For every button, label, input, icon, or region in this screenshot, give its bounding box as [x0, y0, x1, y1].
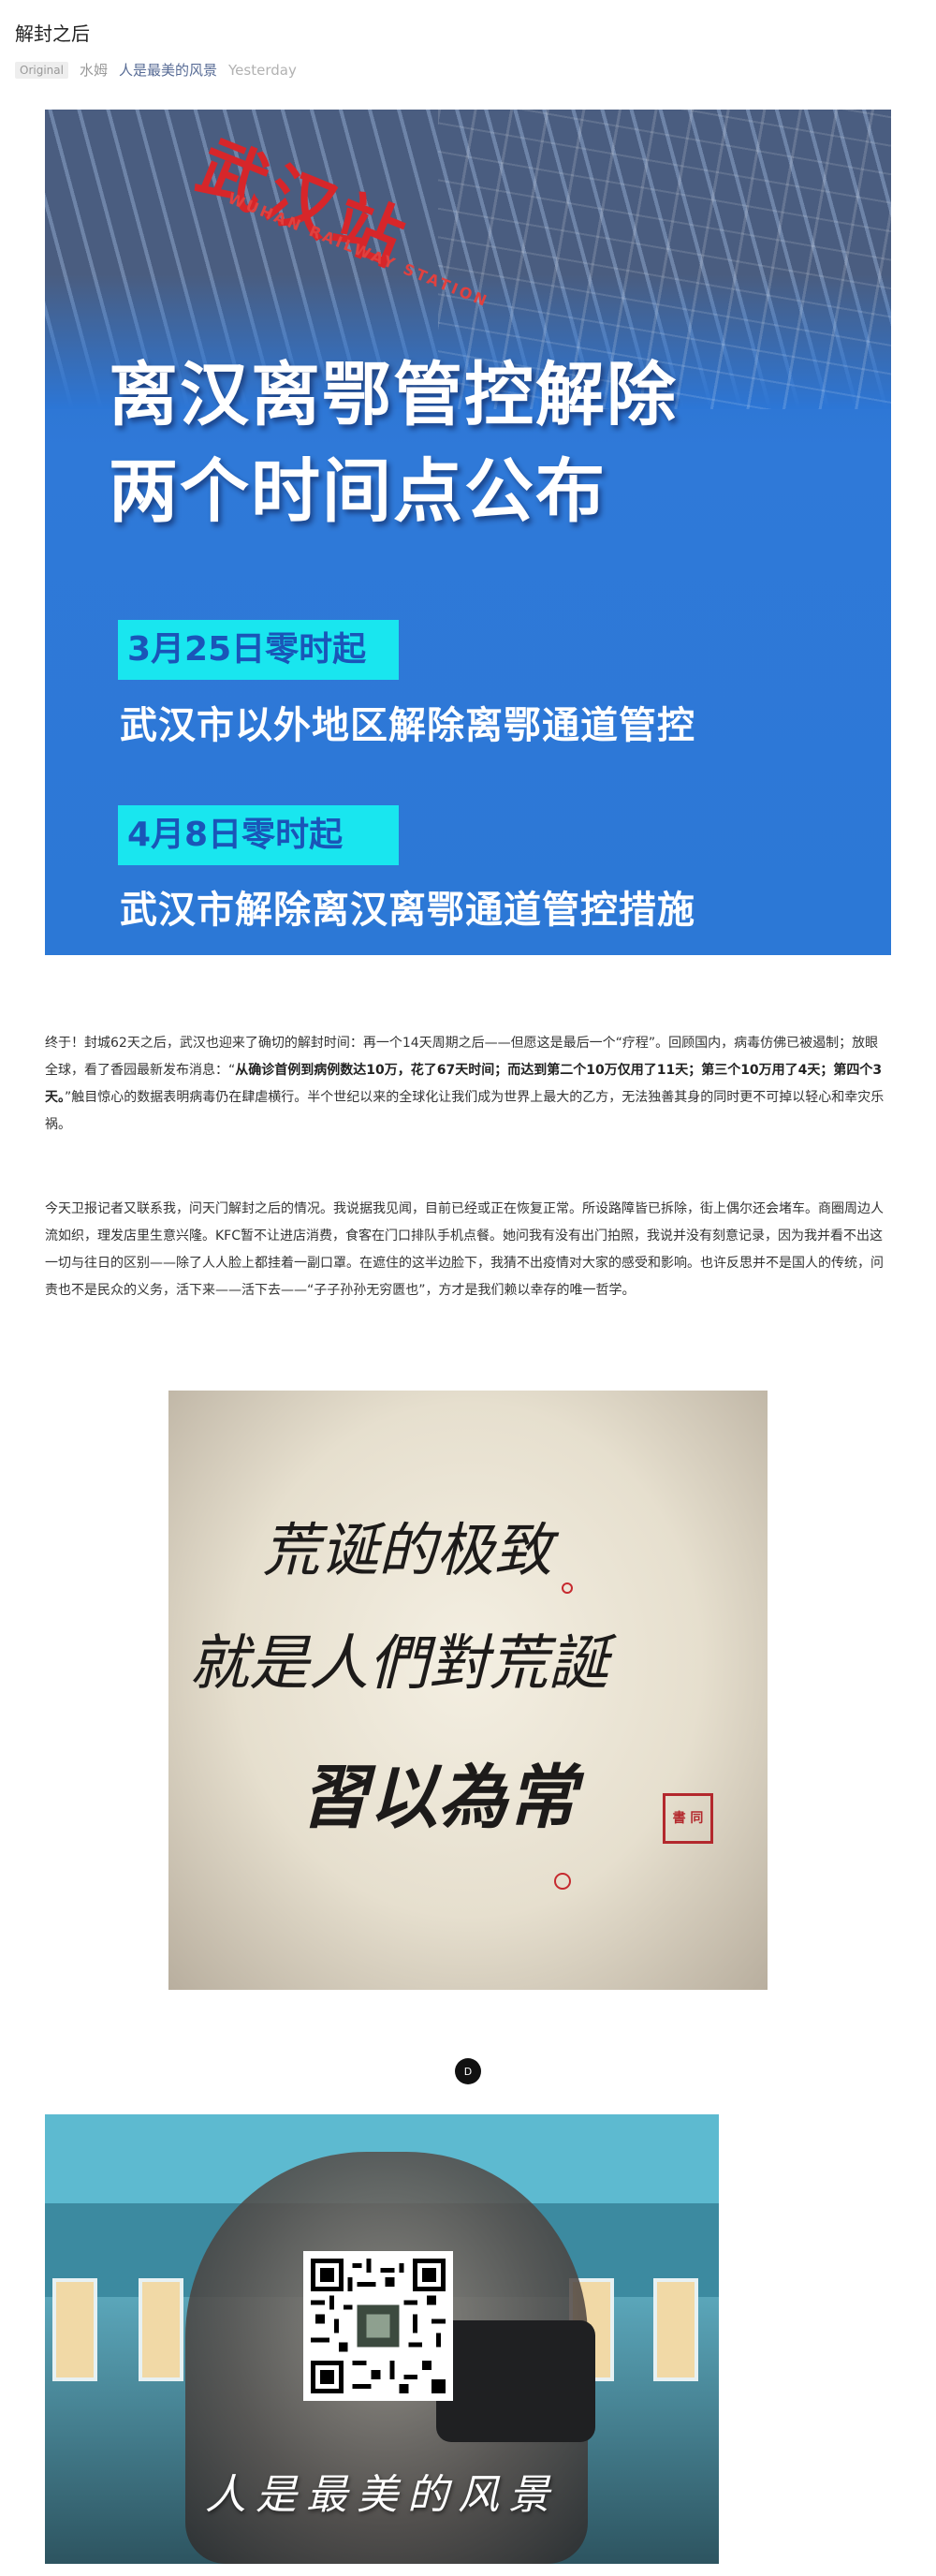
paragraph-1-part-2: ”触目惊心的数据表明病毒仍在肆虐横行。半个世纪以来的全球化让我们成为世界上最大的… — [45, 1090, 885, 1132]
account-link[interactable]: 人是最美的风景 — [119, 60, 217, 80]
red-dot-icon — [554, 1873, 571, 1890]
announcement-poster[interactable]: 武汉站 WUHAN RAILWAY STATION 离汉离鄂管控解除 两个时间点… — [45, 110, 891, 955]
seal-stamp: 書 同 — [663, 1793, 713, 1844]
window-decoration — [52, 2278, 97, 2381]
poster-notice-1: 武汉市以外地区解除离鄂通道管控 — [120, 704, 695, 747]
article-title: 解封之后 — [15, 22, 90, 45]
poster-notice-2: 武汉市解除离汉离鄂通道管控措施 — [120, 889, 695, 932]
poster-headline-1: 离汉离鄂管控解除 — [109, 355, 678, 435]
red-dot-icon — [562, 1582, 573, 1594]
qr-code-icon[interactable] — [303, 2251, 453, 2401]
poster-headline-2: 两个时间点公布 — [109, 451, 607, 532]
window-decoration — [653, 2278, 698, 2381]
camera-shape — [436, 2320, 595, 2442]
qr-banner-image[interactable]: 人是最美的风景 — [45, 2114, 719, 2564]
calligraphy-line-1: 荒诞的极致 — [262, 1516, 553, 1584]
poster-date-2: 4月8日零时起 — [118, 805, 399, 865]
poster-date-1: 3月25日零时起 — [118, 620, 399, 680]
publish-date: Yesterday — [228, 61, 297, 79]
banner-caption: 人是最美的风景 — [205, 2471, 559, 2519]
calligraphy-image[interactable]: 荒诞的极致 就是人們對荒誕 習以為常 書 同 — [168, 1391, 768, 1990]
original-tag: Original — [15, 61, 68, 79]
paragraph-2: 今天卫报记者又联系我，问天门解封之后的情况。我说据我见闻，目前已经或正在恢复正常… — [45, 1201, 884, 1298]
paragraph-1: 终于！封城62天之后，武汉也迎来了确切的解封时间：再一个14天周期之后——但愿这… — [45, 1030, 891, 1139]
calligraphy-line-2: 就是人們對荒誕 — [189, 1629, 608, 1699]
divider-logo-icon: D — [455, 2058, 481, 2084]
article-meta: Original 水姆 人是最美的风景 Yesterday — [15, 60, 297, 80]
window-decoration — [139, 2278, 183, 2381]
author-name: 水姆 — [79, 62, 108, 79]
calligraphy-line-3: 習以為常 — [300, 1758, 577, 1838]
